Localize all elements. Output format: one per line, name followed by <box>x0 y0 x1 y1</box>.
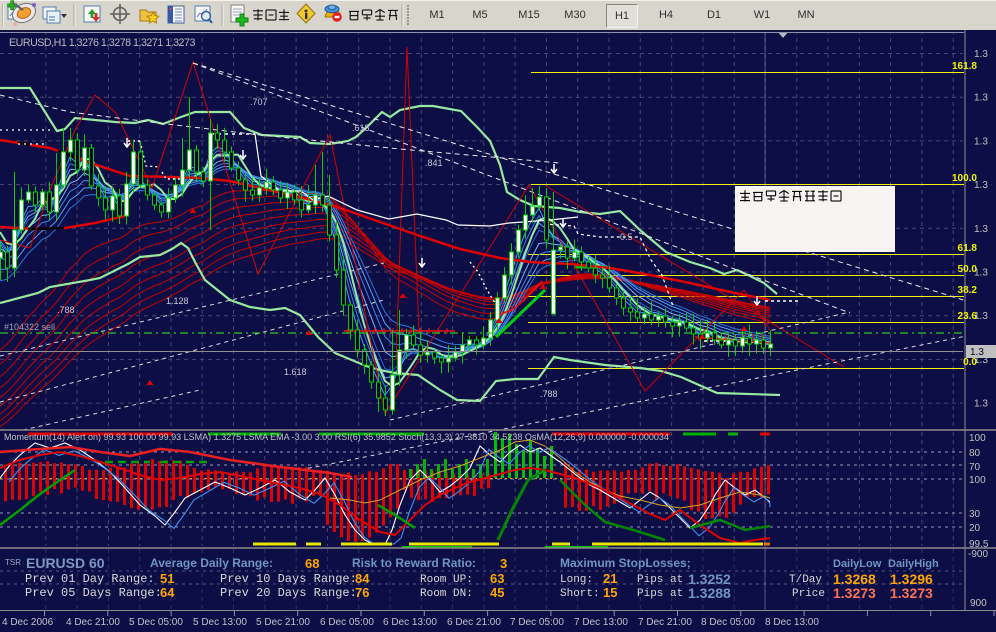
svg-text:1.3288: 1.3288 <box>688 585 731 601</box>
svg-text:7 Dec 13:00: 7 Dec 13:00 <box>574 617 628 628</box>
svg-text:15: 15 <box>603 585 617 600</box>
svg-text:5 Dec 05:00: 5 Dec 05:00 <box>129 617 183 628</box>
svg-text:#104322 sell: #104322 sell <box>4 322 55 332</box>
svg-text:3: 3 <box>500 556 507 571</box>
svg-text:Prev 01 Day Range:: Prev 01 Day Range: <box>25 572 155 586</box>
svg-text:Pips at: Pips at <box>637 574 683 586</box>
svg-text:Room UP:: Room UP: <box>420 574 473 586</box>
svg-text:100: 100 <box>969 475 986 486</box>
svg-text:900: 900 <box>970 598 987 609</box>
svg-text:Maximum StopLosses;: Maximum StopLosses; <box>560 556 691 570</box>
svg-text:Prev 10 Days Range:: Prev 10 Days Range: <box>220 572 357 586</box>
svg-text:6 Dec 13:00: 6 Dec 13:00 <box>383 617 437 628</box>
svg-text:EURUSD,H1 1.3276 1.3278 1.327: EURUSD,H1 1.3276 1.3278 1.3271 1.3273 <box>9 37 195 49</box>
svg-text:Risk to Reward Ratio:: Risk to Reward Ratio: <box>352 556 476 570</box>
svg-text:161.8: 161.8 <box>952 61 977 72</box>
svg-text:6 Dec 21:00: 6 Dec 21:00 <box>447 617 501 628</box>
svg-text:21: 21 <box>603 571 617 586</box>
svg-text:61.8: 61.8 <box>958 243 978 254</box>
svg-text:1.618: 1.618 <box>284 367 307 377</box>
svg-text:68: 68 <box>305 556 319 571</box>
svg-text:30: 30 <box>969 509 981 520</box>
svg-text:Prev 05 Days Range:: Prev 05 Days Range: <box>25 586 162 600</box>
svg-text:50.0: 50.0 <box>958 264 978 275</box>
svg-text:.707: .707 <box>250 97 268 107</box>
svg-text:7 Dec 05:00: 7 Dec 05:00 <box>510 617 564 628</box>
svg-text:T/Day: T/Day <box>789 574 822 586</box>
svg-text:Room DN:: Room DN: <box>420 588 473 600</box>
svg-text:TSR: TSR <box>5 558 21 567</box>
svg-text:84: 84 <box>355 571 370 586</box>
svg-text:.788: .788 <box>57 305 75 315</box>
svg-text:45: 45 <box>490 585 504 600</box>
svg-text:.788: .788 <box>540 389 558 399</box>
svg-text:51: 51 <box>160 571 174 586</box>
svg-text:Average Daily Range:: Average Daily Range: <box>150 556 273 570</box>
svg-text:100.0: 100.0 <box>952 173 977 184</box>
svg-text:1.3: 1.3 <box>974 136 988 147</box>
svg-text:5 Dec 13:00: 5 Dec 13:00 <box>193 617 247 628</box>
svg-text:Prev 20 Days Range:: Prev 20 Days Range: <box>220 586 357 600</box>
svg-text:1.3273: 1.3273 <box>890 585 933 601</box>
svg-text:8 Dec 05:00: 8 Dec 05:00 <box>701 617 755 628</box>
svg-text:1.3: 1.3 <box>974 93 988 104</box>
svg-text:20: 20 <box>969 523 981 534</box>
svg-text:1.3273: 1.3273 <box>833 585 876 601</box>
svg-text:Pips at: Pips at <box>637 588 683 600</box>
svg-text:8 Dec 13:00: 8 Dec 13:00 <box>765 617 819 628</box>
svg-text:.841: .841 <box>425 158 443 168</box>
svg-text:63: 63 <box>490 571 504 586</box>
svg-text:76: 76 <box>355 585 369 600</box>
svg-text:-900: -900 <box>968 549 988 560</box>
svg-text:64: 64 <box>160 585 175 600</box>
svg-text:Short:: Short: <box>560 588 600 600</box>
svg-text:Momentum(14) Alert on) 99.93 1: Momentum(14) Alert on) 99.93 100.00 99.9… <box>4 432 669 442</box>
svg-text:4 Dec 21:00: 4 Dec 21:00 <box>66 617 120 628</box>
svg-text:5 Dec 21:00: 5 Dec 21:00 <box>256 617 310 628</box>
svg-text:DailyLow: DailyLow <box>833 558 882 570</box>
svg-text:EURUSD 60: EURUSD 60 <box>26 555 105 571</box>
svg-text:1.128: 1.128 <box>166 296 189 306</box>
svg-text:1.3: 1.3 <box>974 399 988 410</box>
svg-text:1.3: 1.3 <box>974 224 988 235</box>
svg-text:80: 80 <box>969 448 981 459</box>
svg-text:4 Dec 2006: 4 Dec 2006 <box>2 617 54 628</box>
svg-text:0.0: 0.0 <box>963 357 977 368</box>
svg-text:6 Dec 05:00: 6 Dec 05:00 <box>320 617 374 628</box>
svg-text:Price: Price <box>792 588 825 600</box>
svg-text:1.3: 1.3 <box>974 49 988 60</box>
svg-text:38.2: 38.2 <box>958 285 978 296</box>
svg-text:0.5: 0.5 <box>620 232 633 242</box>
svg-text:23.6: 23.6 <box>958 311 978 322</box>
svg-text:100: 100 <box>969 433 986 444</box>
svg-text:.618: .618 <box>352 123 370 133</box>
svg-text:7 Dec 21:00: 7 Dec 21:00 <box>638 617 692 628</box>
svg-text:DailyHigh: DailyHigh <box>888 558 939 570</box>
svg-text:70: 70 <box>969 462 981 473</box>
svg-text:Long:: Long: <box>560 574 593 586</box>
